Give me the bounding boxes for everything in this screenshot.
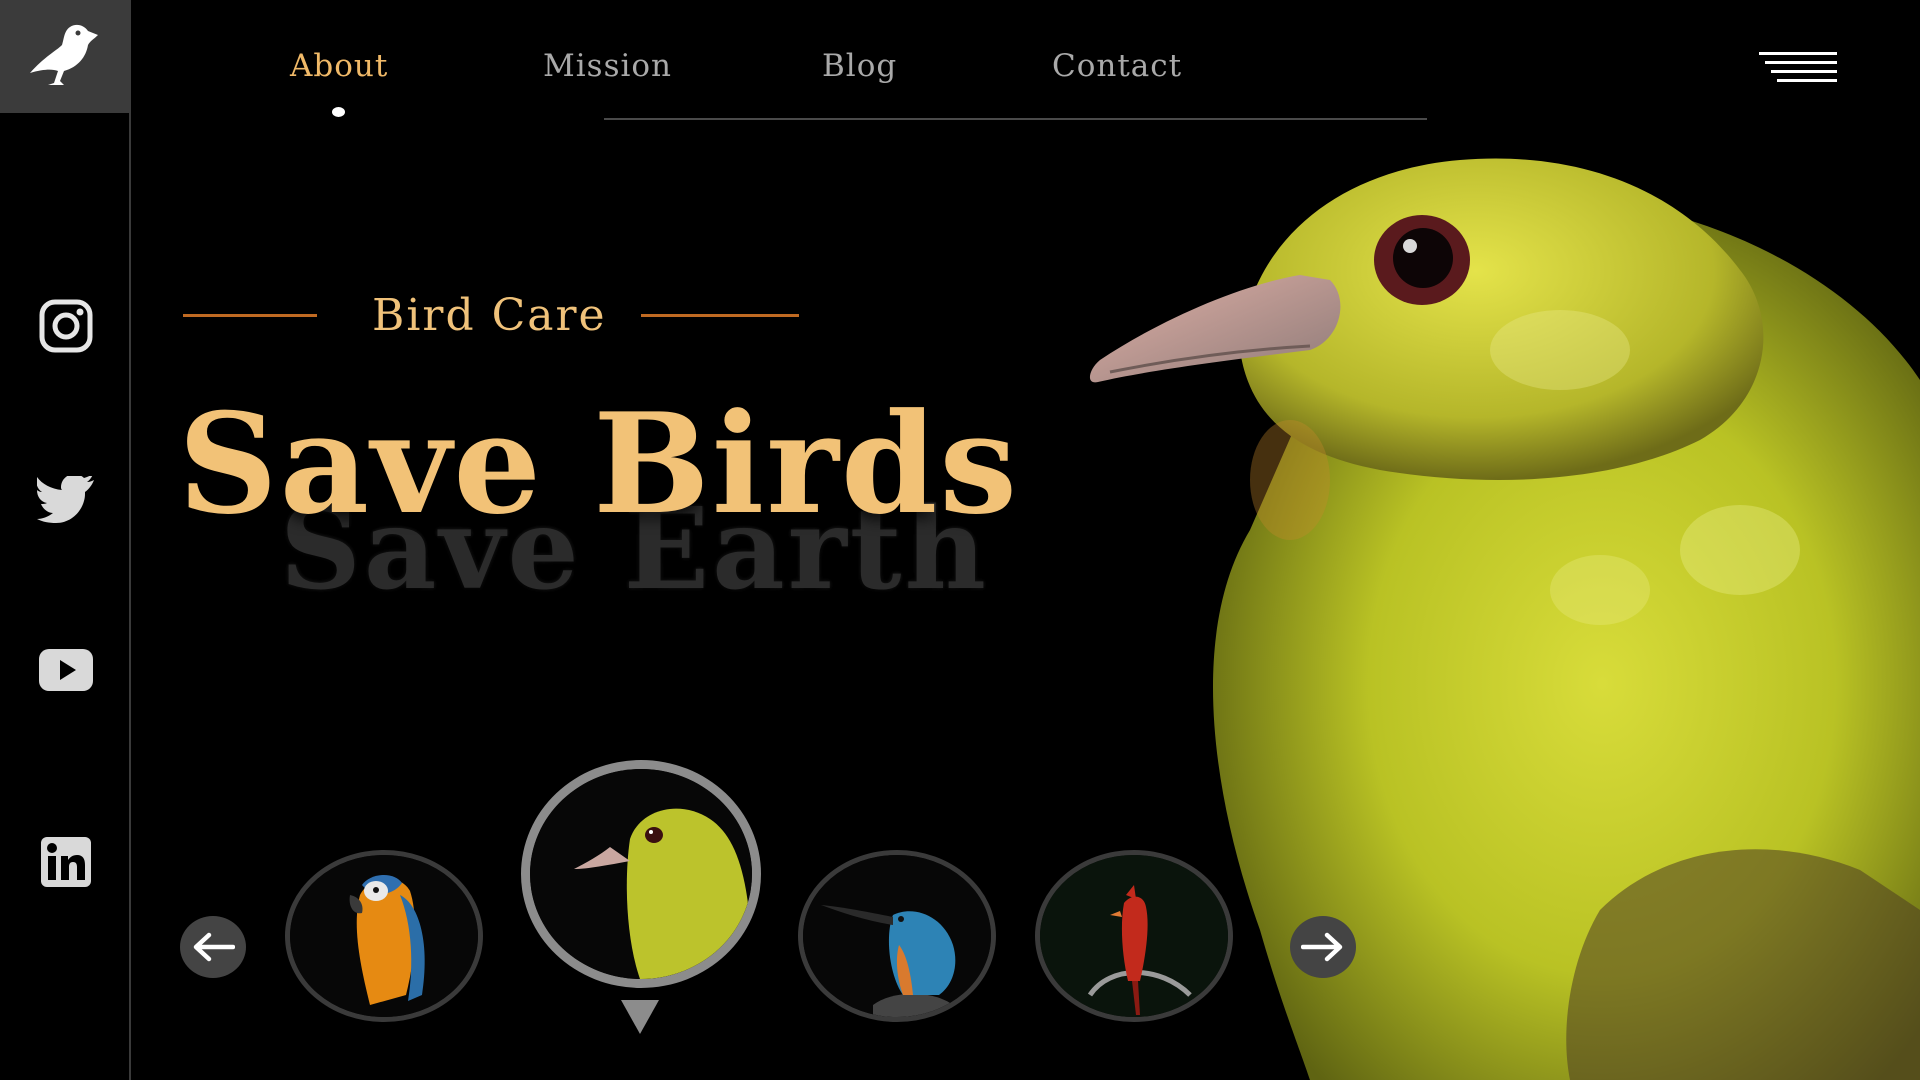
nav-blog[interactable]: Blog — [822, 48, 897, 84]
yellow-bird-thumbnail[interactable] — [521, 760, 761, 988]
youtube-link[interactable] — [36, 640, 96, 700]
arrow-right-icon — [1301, 932, 1343, 962]
macaw-image — [290, 855, 478, 1017]
nav-divider — [604, 118, 1427, 120]
kingfisher-image — [803, 855, 991, 1017]
kingfisher-thumbnail[interactable] — [798, 850, 996, 1022]
cardinal-thumbnail[interactable] — [1035, 850, 1233, 1022]
menu-line — [1771, 70, 1837, 73]
kicker-rule-right — [641, 314, 799, 317]
hamburger-menu-button[interactable] — [1755, 52, 1837, 92]
youtube-icon — [39, 649, 93, 691]
linkedin-link[interactable] — [36, 832, 96, 892]
hero-kicker: Bird Care — [372, 290, 607, 341]
hero-headline: Save Birds — [178, 382, 1020, 545]
arrow-left-icon — [193, 932, 235, 962]
macaw-thumbnail[interactable] — [285, 850, 483, 1022]
cardinal-image — [1040, 855, 1228, 1017]
menu-line — [1777, 79, 1837, 82]
nav-contact[interactable]: Contact — [1052, 48, 1182, 84]
kicker-rule-left — [183, 314, 317, 317]
carousel-next-button[interactable] — [1290, 916, 1356, 978]
yellow-bird-thumbnail-image — [530, 769, 752, 979]
menu-line — [1765, 61, 1837, 64]
twitter-link[interactable] — [36, 470, 96, 530]
instagram-icon — [39, 299, 93, 353]
linkedin-icon — [41, 837, 91, 887]
selected-thumbnail-pointer — [621, 1000, 659, 1034]
active-nav-indicator — [332, 107, 345, 117]
twitter-icon — [37, 476, 94, 523]
hamburger-menu-icon — [1759, 52, 1837, 55]
nav-mission[interactable]: Mission — [543, 48, 672, 84]
nav-about[interactable]: About — [290, 48, 388, 84]
carousel-prev-button[interactable] — [180, 916, 246, 978]
brand-logo[interactable] — [0, 0, 131, 113]
bird-logo-icon — [29, 24, 98, 85]
instagram-link[interactable] — [36, 296, 96, 356]
social-sidebar — [0, 0, 131, 1080]
